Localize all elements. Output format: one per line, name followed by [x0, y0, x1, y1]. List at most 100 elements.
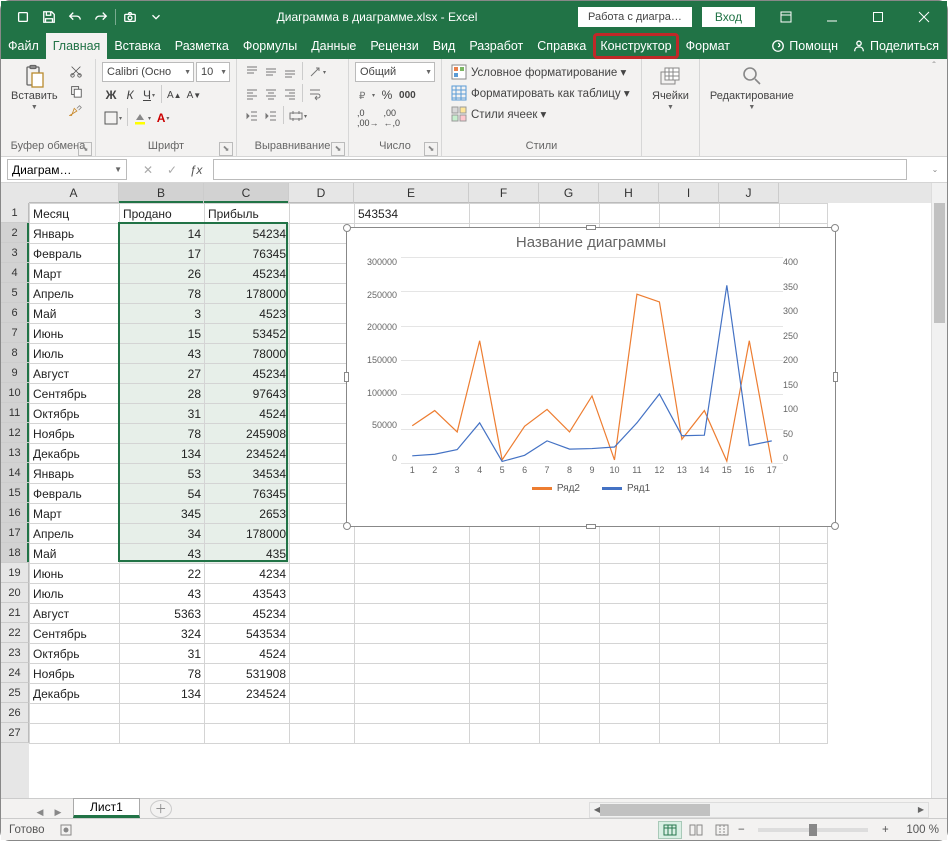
increase-decimal-icon[interactable]: ,0,00→ [355, 108, 381, 128]
cell[interactable] [120, 724, 205, 744]
maximize-button[interactable] [855, 1, 901, 33]
row-header-20[interactable]: 20 [1, 583, 29, 603]
wrap-text-icon[interactable] [306, 84, 324, 104]
row-header-27[interactable]: 27 [1, 723, 29, 743]
cell[interactable] [600, 604, 660, 624]
cell[interactable] [600, 704, 660, 724]
cell[interactable] [660, 724, 720, 744]
cell[interactable]: Май [30, 304, 120, 324]
cell[interactable] [600, 644, 660, 664]
cell[interactable] [470, 704, 540, 724]
fx-icon[interactable]: ƒx [185, 160, 207, 180]
cell[interactable] [290, 604, 355, 624]
cell[interactable] [720, 584, 780, 604]
cancel-formula-icon[interactable]: ✕ [137, 160, 159, 180]
cell[interactable] [540, 684, 600, 704]
cell[interactable]: 234524 [205, 444, 290, 464]
cell[interactable] [30, 724, 120, 744]
cell[interactable]: 543534 [205, 624, 290, 644]
cell[interactable]: 53 [120, 464, 205, 484]
cell[interactable]: Продано [120, 204, 205, 224]
row-header-3[interactable]: 3 [1, 243, 29, 263]
cell[interactable]: Май [30, 544, 120, 564]
cell[interactable] [470, 684, 540, 704]
cell[interactable] [205, 704, 290, 724]
cell[interactable]: Март [30, 264, 120, 284]
conditional-formatting-button[interactable]: Условное форматирование ▾ [448, 62, 633, 82]
border-button[interactable]: ▾ [102, 108, 124, 128]
cell[interactable] [290, 424, 355, 444]
cell[interactable]: 43 [120, 584, 205, 604]
cell[interactable] [290, 664, 355, 684]
cell[interactable] [355, 684, 470, 704]
cell[interactable]: 435 [205, 544, 290, 564]
cell[interactable] [780, 604, 828, 624]
cell[interactable]: 245908 [205, 424, 290, 444]
cell[interactable] [290, 304, 355, 324]
cell[interactable]: 31 [120, 644, 205, 664]
cell[interactable]: 5363 [120, 604, 205, 624]
cell[interactable] [290, 204, 355, 224]
cell[interactable] [720, 624, 780, 644]
zoom-level[interactable]: 100 % [906, 824, 939, 836]
ribbon-options-icon[interactable] [763, 1, 809, 33]
cell[interactable]: 43 [120, 544, 205, 564]
tab-формулы[interactable]: Формулы [236, 33, 304, 59]
cell[interactable]: Июль [30, 584, 120, 604]
row-header-10[interactable]: 10 [1, 383, 29, 403]
row-header-13[interactable]: 13 [1, 443, 29, 463]
cell-styles-button[interactable]: Стили ячеек ▾ [448, 104, 633, 124]
cell[interactable]: Апрель [30, 524, 120, 544]
name-box[interactable]: Диаграм…▼ [7, 159, 127, 180]
cell[interactable]: 97643 [205, 384, 290, 404]
increase-font-icon[interactable]: A▲ [165, 85, 184, 105]
cell[interactable] [780, 724, 828, 744]
cell[interactable] [540, 544, 600, 564]
zoom-in-button[interactable]: + [878, 824, 892, 836]
align-bottom-icon[interactable] [281, 62, 299, 82]
col-header-J[interactable]: J [719, 183, 779, 203]
cell[interactable] [290, 704, 355, 724]
cell[interactable]: 4234 [205, 564, 290, 584]
cell[interactable]: 43543 [205, 584, 290, 604]
tab-конструктор[interactable]: Конструктор [593, 33, 678, 59]
align-center-icon[interactable] [262, 84, 280, 104]
cell[interactable] [355, 724, 470, 744]
font-color-button[interactable]: A▾ [154, 108, 172, 128]
cell[interactable] [540, 624, 600, 644]
row-header-2[interactable]: 2 [1, 223, 29, 243]
cell[interactable] [470, 624, 540, 644]
enter-formula-icon[interactable]: ✓ [161, 160, 183, 180]
editing-button[interactable]: Редактирование ▼ [706, 62, 798, 113]
cell[interactable] [600, 684, 660, 704]
merge-button[interactable]: ▾ [287, 106, 309, 126]
launcher-icon[interactable]: ⬊ [331, 142, 345, 156]
cell[interactable] [720, 644, 780, 664]
chart-plot-area[interactable]: 300000250000200000150000100000500000 400… [355, 257, 825, 477]
tab-главная[interactable]: Главная [46, 33, 108, 59]
legend-item-Ряд2[interactable]: Ряд2 [532, 483, 580, 494]
cell[interactable] [780, 644, 828, 664]
cell[interactable]: 53452 [205, 324, 290, 344]
cell[interactable]: Октябрь [30, 404, 120, 424]
cell[interactable]: 22 [120, 564, 205, 584]
row-header-15[interactable]: 15 [1, 483, 29, 503]
cell[interactable] [205, 724, 290, 744]
cell[interactable] [470, 584, 540, 604]
cell[interactable] [660, 564, 720, 584]
cell[interactable]: Сентябрь [30, 384, 120, 404]
cell[interactable] [720, 544, 780, 564]
chart-series-Ряд1[interactable] [412, 285, 772, 461]
cell[interactable] [720, 684, 780, 704]
cells-grid[interactable]: МесяцПроданоПрибыль543534Январь1454234Фе… [29, 203, 931, 798]
col-header-I[interactable]: I [659, 183, 719, 203]
cell[interactable]: Ноябрь [30, 424, 120, 444]
cell[interactable]: 234524 [205, 684, 290, 704]
cell[interactable] [600, 564, 660, 584]
cell[interactable] [660, 704, 720, 724]
cell[interactable] [780, 584, 828, 604]
format-painter-icon[interactable] [66, 102, 86, 120]
col-header-B[interactable]: B [119, 183, 204, 203]
cell[interactable]: Октябрь [30, 644, 120, 664]
paste-button[interactable]: Вставить ▼ [7, 62, 62, 113]
